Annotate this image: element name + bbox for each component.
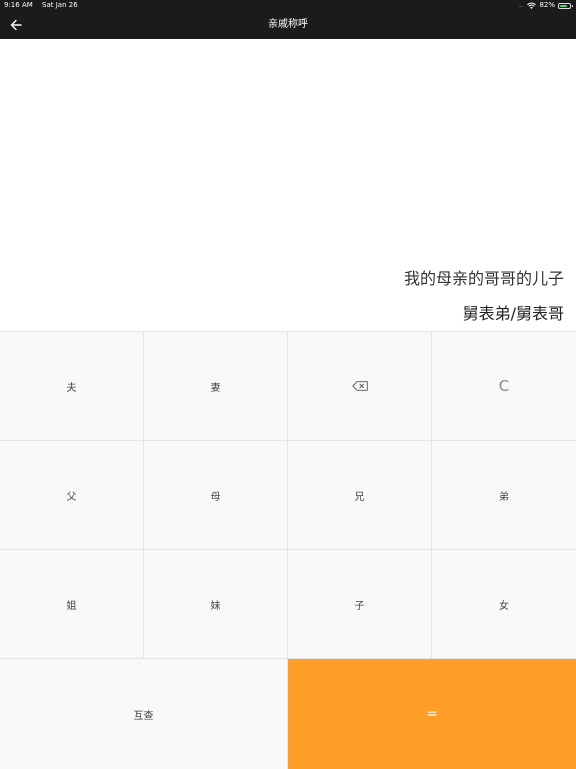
equals-button[interactable]: = (288, 659, 576, 769)
backspace-button[interactable] (288, 332, 432, 441)
key-elder-brother[interactable]: 兄 (288, 441, 432, 550)
key-younger-sister[interactable]: 妹 (144, 550, 288, 659)
relation-result: 舅表弟/舅表哥 (462, 304, 564, 323)
clear-button[interactable]: C (432, 332, 576, 441)
key-son[interactable]: 子 (288, 550, 432, 659)
display-area: 我的母亲的哥哥的儿子 舅表弟/舅表哥 (0, 39, 576, 331)
key-daughter[interactable]: 女 (432, 550, 576, 659)
keypad: 夫 妻 C 父 母 兄 弟 姐 妹 子 女 互查 = (0, 331, 576, 769)
wifi-icon (527, 2, 537, 9)
key-wife[interactable]: 妻 (144, 332, 288, 441)
key-elder-sister[interactable]: 姐 (0, 550, 144, 659)
status-bar: 9:16 AM Sat Jan 26 .... 82% (0, 0, 576, 11)
mutual-check-button[interactable]: 互查 (0, 659, 288, 769)
battery-percent: 82% (539, 1, 555, 9)
nav-bar: 亲戚称呼 (0, 11, 576, 39)
cellular-signal-icon: .... (518, 2, 524, 9)
key-mother[interactable]: 母 (144, 441, 288, 550)
key-husband[interactable]: 夫 (0, 332, 144, 441)
relation-expression: 我的母亲的哥哥的儿子 (403, 269, 564, 288)
battery-icon (558, 2, 573, 9)
battery-fill (560, 4, 568, 7)
status-time: 9:16 AM (4, 1, 33, 9)
backspace-icon (351, 381, 368, 391)
page-title: 亲戚称呼 (268, 19, 308, 30)
status-date: Sat Jan 26 (42, 1, 78, 9)
key-father[interactable]: 父 (0, 441, 144, 550)
key-younger-brother[interactable]: 弟 (432, 441, 576, 550)
status-left: 9:16 AM Sat Jan 26 (4, 0, 85, 11)
status-right: .... 82% (518, 0, 573, 11)
